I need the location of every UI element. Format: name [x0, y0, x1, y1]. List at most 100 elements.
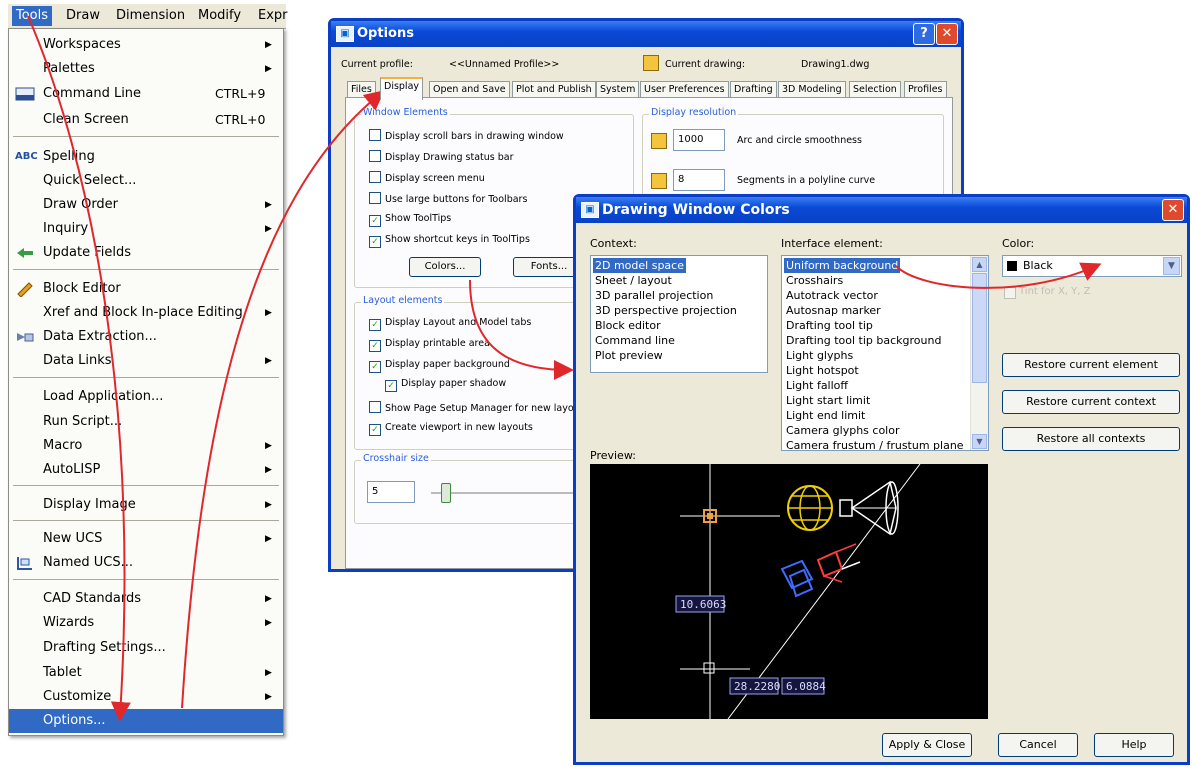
checkbox-status-bar[interactable]: Display Drawing status bar — [369, 150, 514, 163]
menu-item-customize[interactable]: Customize ▶ — [9, 685, 283, 709]
list-item[interactable]: Crosshairs — [784, 273, 845, 288]
menu-item-named-ucs[interactable]: Named UCS... — [9, 551, 283, 575]
list-item[interactable]: Light end limit — [784, 408, 867, 423]
crosshair-size-input[interactable]: 5 — [367, 481, 415, 503]
menu-tools[interactable]: Tools — [12, 6, 53, 26]
colors-button[interactable]: Colors... — [409, 257, 481, 277]
menu-item-data-extraction[interactable]: Data Extraction... — [9, 325, 283, 349]
list-item[interactable]: Command line — [593, 333, 677, 348]
checkbox-screen-menu[interactable]: Display screen menu — [369, 171, 485, 184]
menu-modify[interactable]: Modify — [194, 6, 245, 26]
list-item[interactable]: Light glyphs — [784, 348, 855, 363]
tab-display[interactable]: Display — [380, 77, 424, 100]
list-item[interactable]: Autotrack vector — [784, 288, 880, 303]
menu-item-clean-screen[interactable]: Clean Screen CTRL+0 — [9, 108, 283, 132]
menu-item-drafting-settings[interactable]: Drafting Settings... — [9, 636, 283, 660]
checkbox-paper-shadow[interactable]: ✓ Display paper shadow — [385, 378, 506, 392]
menu-item-xref-block-edit[interactable]: Xref and Block In-place Editing ▶ — [9, 301, 283, 325]
tab-selection[interactable]: Selection — [849, 81, 901, 98]
cancel-button[interactable]: Cancel — [998, 733, 1078, 757]
checkbox-layout-model-tabs[interactable]: ✓ Display Layout and Model tabs — [369, 317, 531, 331]
checkbox-printable-area[interactable]: ✓ Display printable area — [369, 338, 490, 352]
tab-drafting[interactable]: Drafting — [730, 81, 777, 98]
list-item[interactable]: Light hotspot — [784, 363, 861, 378]
restore-current-context-button[interactable]: Restore current context — [1002, 390, 1180, 414]
checkbox-large-buttons[interactable]: Use large buttons for Toolbars — [369, 192, 527, 205]
menu-item-command-line[interactable]: Command Line CTRL+9 — [9, 82, 283, 106]
list-item[interactable]: Light falloff — [784, 378, 850, 393]
menu-item-tablet[interactable]: Tablet ▶ — [9, 661, 283, 685]
checkbox-paper-background[interactable]: ✓ Display paper background — [369, 359, 510, 373]
checkbox-create-viewport[interactable]: ✓ Create viewport in new layouts — [369, 422, 533, 436]
list-item[interactable]: Camera frustum / frustum plane — [784, 438, 966, 450]
menu-separator — [13, 579, 279, 580]
menu-item-block-editor[interactable]: Block Editor — [9, 277, 283, 301]
list-item[interactable]: Autosnap marker — [784, 303, 883, 318]
tab-profiles[interactable]: Profiles — [904, 81, 947, 98]
list-item[interactable]: 2D model space — [593, 258, 686, 273]
apply-close-button[interactable]: Apply & Close — [882, 733, 972, 757]
restore-current-element-button[interactable]: Restore current element — [1002, 353, 1180, 377]
checkbox-page-setup-manager[interactable]: Show Page Setup Manager for new layo — [369, 401, 574, 414]
crosshair-slider-thumb[interactable] — [441, 483, 451, 503]
menu-item-display-image[interactable]: Display Image ▶ — [9, 493, 283, 517]
scroll-up-icon[interactable]: ▲ — [972, 257, 987, 272]
menu-item-macro[interactable]: Macro ▶ — [9, 434, 283, 458]
tab-open-and-save[interactable]: Open and Save — [429, 81, 510, 98]
list-item[interactable]: Uniform background — [784, 258, 901, 273]
vertical-scrollbar[interactable]: ▲ ▼ — [970, 256, 988, 450]
list-item[interactable]: Camera glyphs color — [784, 423, 901, 438]
menu-item-load-application[interactable]: Load Application... — [9, 385, 283, 409]
options-title: Options — [357, 26, 414, 41]
menu-item-inquiry[interactable]: Inquiry ▶ — [9, 217, 283, 241]
list-item[interactable]: Plot preview — [593, 348, 665, 363]
tab-3d-modeling[interactable]: 3D Modeling — [778, 81, 846, 98]
menu-item-workspaces[interactable]: Workspaces ▶ — [9, 33, 283, 57]
menu-item-autolisp[interactable]: AutoLISP ▶ — [9, 458, 283, 482]
checkbox-show-tooltips[interactable]: ✓ Show ToolTips — [369, 213, 451, 227]
menu-item-data-links[interactable]: Data Links ▶ — [9, 349, 283, 373]
arc-smoothness-input[interactable]: 1000 — [673, 129, 725, 151]
menu-item-run-script[interactable]: Run Script... — [9, 410, 283, 434]
polyline-segments-input[interactable]: 8 — [673, 169, 725, 191]
list-item[interactable]: Drafting tool tip background — [784, 333, 943, 348]
menu-item-palettes[interactable]: Palettes ▶ — [9, 57, 283, 81]
window-elements-title: Window Elements — [361, 107, 450, 118]
help-button[interactable]: ? — [913, 23, 935, 45]
help-dialog-button[interactable]: Help — [1094, 733, 1174, 757]
list-item[interactable]: Light start limit — [784, 393, 872, 408]
close-icon[interactable]: ✕ — [1162, 199, 1184, 221]
list-item[interactable]: Sheet / layout — [593, 273, 674, 288]
context-list[interactable]: 2D model space Sheet / layout 3D paralle… — [590, 255, 768, 373]
menu-express[interactable]: Expr — [254, 6, 292, 26]
checkbox-scroll-bars[interactable]: Display scroll bars in drawing window — [369, 129, 564, 142]
polyline-segments-label: Segments in a polyline curve — [737, 175, 876, 186]
chevron-down-icon[interactable]: ▼ — [1163, 257, 1180, 275]
menu-item-wizards[interactable]: Wizards ▶ — [9, 611, 283, 635]
close-icon[interactable]: ✕ — [936, 23, 958, 45]
menu-item-cad-standards[interactable]: CAD Standards ▶ — [9, 587, 283, 611]
list-item[interactable]: Block editor — [593, 318, 663, 333]
menu-item-quick-select[interactable]: Quick Select... — [9, 169, 283, 193]
menu-item-options[interactable]: Options... — [9, 709, 283, 733]
menu-draw[interactable]: Draw — [62, 6, 104, 26]
menu-item-draw-order[interactable]: Draw Order ▶ — [9, 193, 283, 217]
scroll-thumb[interactable] — [972, 273, 987, 383]
checkbox-shortcut-keys[interactable]: ✓ Show shortcut keys in ToolTips — [369, 234, 530, 248]
tab-files[interactable]: Files — [347, 81, 376, 98]
list-item[interactable]: 3D perspective projection — [593, 303, 739, 318]
tab-user-preferences[interactable]: User Preferences — [640, 81, 729, 98]
scroll-down-icon[interactable]: ▼ — [972, 434, 987, 449]
tab-plot-and-publish[interactable]: Plot and Publish — [512, 81, 596, 98]
interface-element-list[interactable]: Uniform background Crosshairs Autotrack … — [781, 255, 989, 451]
list-item[interactable]: 3D parallel projection — [593, 288, 715, 303]
menu-item-new-ucs[interactable]: New UCS ▶ — [9, 527, 283, 551]
restore-all-contexts-button[interactable]: Restore all contexts — [1002, 427, 1180, 451]
menu-item-spelling[interactable]: ABC Spelling — [9, 145, 283, 169]
tab-system[interactable]: System — [596, 81, 640, 98]
list-item[interactable]: Drafting tool tip — [784, 318, 875, 333]
color-dropdown[interactable]: Black ▼ — [1002, 255, 1182, 277]
menu-dimension[interactable]: Dimension — [112, 6, 189, 26]
menu-item-update-fields[interactable]: Update Fields — [9, 241, 283, 265]
menu-bar: Tools Draw Dimension Modify Expr — [8, 4, 288, 29]
